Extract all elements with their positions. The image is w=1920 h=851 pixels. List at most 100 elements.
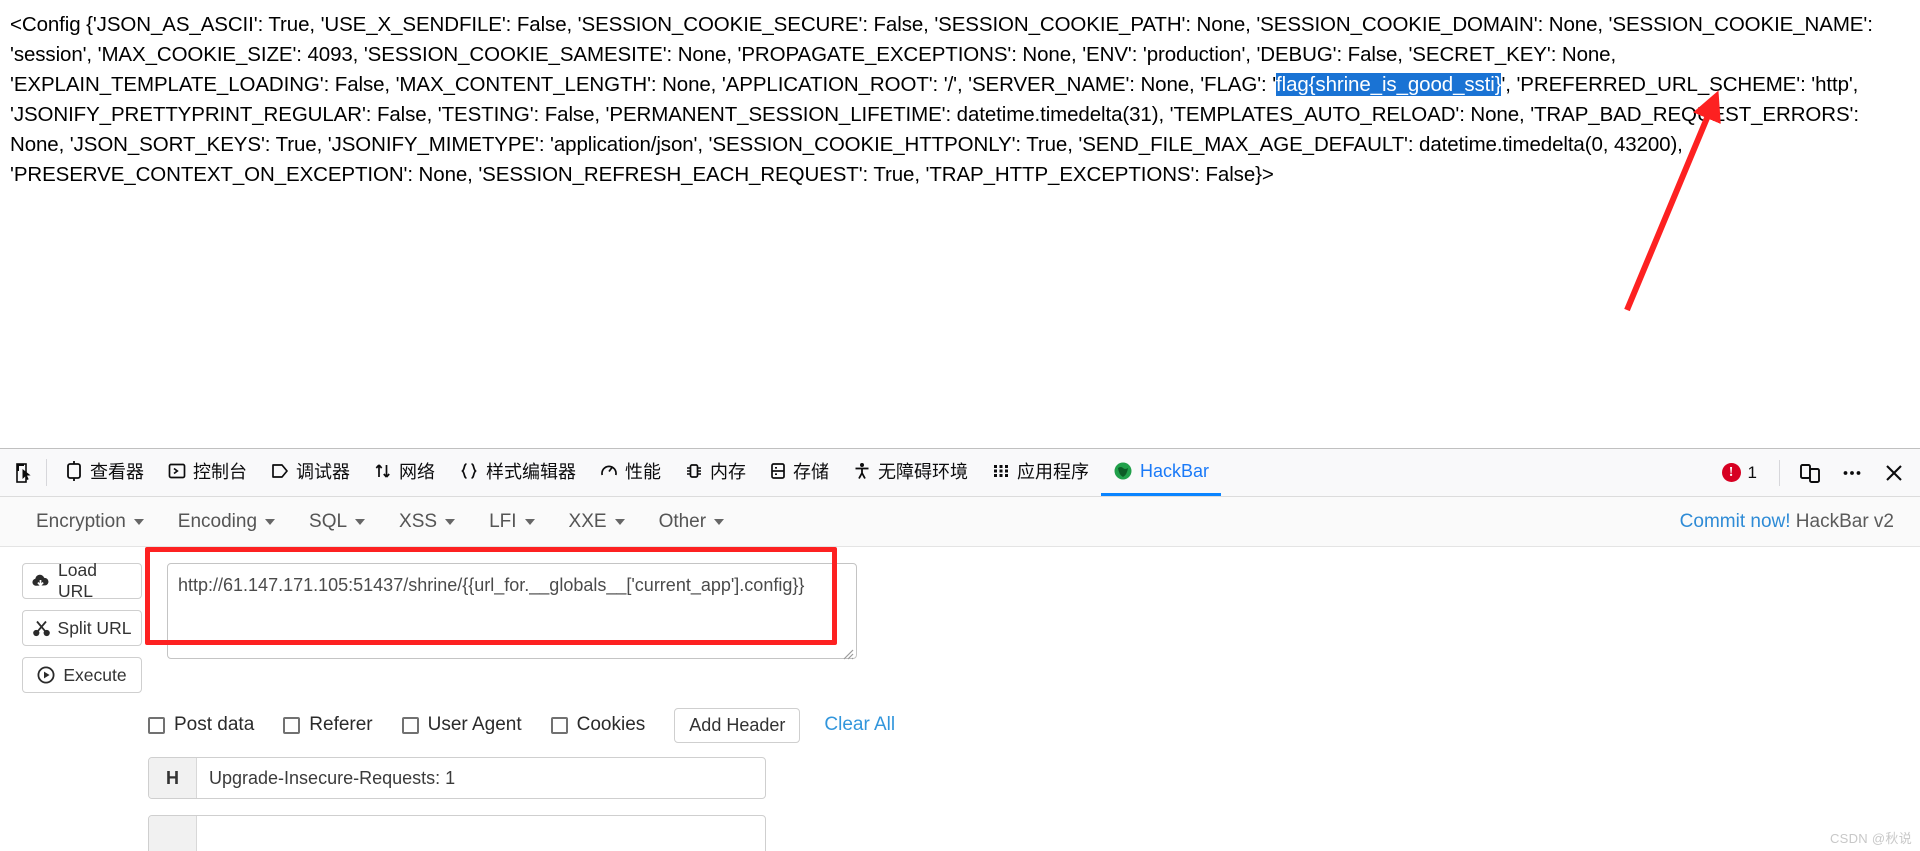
hackbar-version-label: HackBar v2 [1795, 510, 1894, 532]
menu-xxe[interactable]: XXE [555, 505, 639, 539]
load-url-label: Load URL [58, 560, 97, 601]
tab-hackbar-label: HackBar [1140, 460, 1210, 481]
toolbar-divider-2 [1779, 459, 1780, 486]
header-tag: H [149, 758, 197, 798]
tab-network[interactable]: 网络 [362, 449, 447, 496]
split-url-label: Split URL [57, 617, 132, 638]
toolbar-divider [46, 459, 47, 486]
chevron-down-icon [265, 518, 276, 525]
flag-highlighted-text[interactable]: flag{shrine_is_good_ssti} [1276, 73, 1502, 96]
tab-debugger[interactable]: 调试器 [259, 449, 362, 496]
checkbox-box-icon [550, 716, 568, 734]
application-icon [992, 462, 1010, 480]
tab-memory-label: 内存 [710, 462, 746, 482]
tab-application[interactable]: 应用程序 [980, 449, 1101, 496]
header-row[interactable] [148, 815, 766, 851]
hackbar-icon [1113, 461, 1133, 481]
load-url-button[interactable]: Load URL [22, 560, 142, 601]
menu-sql[interactable]: SQL [295, 505, 379, 539]
hackbar-body: Load URL Split URL Execute http://61.147… [0, 547, 1920, 851]
header-value[interactable] [197, 816, 765, 851]
tab-console[interactable]: 控制台 [156, 449, 259, 496]
checkbox-user-agent[interactable]: User Agent [401, 714, 522, 736]
tab-network-label: 网络 [399, 462, 435, 482]
console-icon [168, 462, 186, 480]
url-input[interactable] [167, 563, 857, 659]
hackbar-action-buttons: Load URL Split URL Execute [22, 560, 142, 693]
menu-lfi-label: LFI [489, 510, 517, 532]
menu-sql-label: SQL [309, 510, 348, 532]
network-icon [374, 462, 392, 480]
checkbox-cookies[interactable]: Cookies [550, 714, 645, 736]
header-tag [149, 816, 197, 851]
element-picker-icon[interactable] [8, 449, 44, 496]
tab-style-editor[interactable]: 样式编辑器 [447, 449, 588, 496]
add-header-button[interactable]: Add Header [674, 707, 801, 743]
tab-accessibility[interactable]: 无障碍环境 [841, 449, 980, 496]
tab-performance[interactable]: 性能 [588, 449, 673, 496]
tab-inspector[interactable]: 查看器 [53, 449, 156, 496]
menu-xss[interactable]: XSS [385, 505, 469, 539]
error-count-badge[interactable]: ! 1 [1716, 463, 1769, 483]
tab-memory[interactable]: 内存 [673, 449, 758, 496]
scissors-icon [32, 620, 50, 637]
clear-all-button[interactable]: Clear All [824, 714, 895, 736]
tab-console-label: 控制台 [193, 462, 247, 482]
menu-encryption-label: Encryption [36, 510, 126, 532]
menu-lfi[interactable]: LFI [475, 505, 548, 539]
flask-config-dump: <Config {'JSON_AS_ASCII': True, 'USE_X_S… [10, 10, 1910, 190]
checkbox-referer[interactable]: Referer [283, 714, 373, 736]
chevron-down-icon [714, 518, 725, 525]
chevron-down-icon [133, 518, 144, 525]
execute-button[interactable]: Execute [22, 657, 142, 693]
menu-xxe-label: XXE [568, 510, 607, 532]
chevron-down-icon [524, 518, 535, 525]
chevron-down-icon [614, 518, 625, 525]
inspector-icon [65, 461, 83, 481]
tab-style-editor-label: 样式编辑器 [486, 462, 576, 482]
header-row[interactable]: H Upgrade-Insecure-Requests: 1 [148, 757, 766, 799]
devtools-panel: 查看器 控制台 调试器 网络 样式编辑器 性能 内存 存储 无障碍环境 应用程序… [0, 448, 1920, 851]
more-options-icon[interactable] [1832, 453, 1872, 493]
checkbox-box-icon [283, 716, 301, 734]
checkbox-post-data-label: Post data [174, 714, 255, 735]
tab-accessibility-label: 无障碍环境 [878, 462, 968, 482]
chevron-down-icon [445, 518, 456, 525]
split-url-button[interactable]: Split URL [22, 610, 142, 646]
commit-now-link[interactable]: Commit now! [1680, 511, 1791, 532]
menu-encryption[interactable]: Encryption [22, 505, 158, 539]
menu-encoding-label: Encoding [177, 510, 258, 532]
checkbox-post-data[interactable]: Post data [148, 714, 254, 736]
play-circle-icon [37, 666, 55, 684]
devtools-toolbar-actions: ! 1 [1716, 449, 1914, 496]
watermark: CSDN @秋说 [1829, 831, 1912, 846]
memory-icon [685, 462, 703, 480]
storage-icon [770, 462, 786, 480]
devtools-tablist: 查看器 控制台 调试器 网络 样式编辑器 性能 内存 存储 无障碍环境 应用程序… [8, 449, 1716, 496]
header-value[interactable]: Upgrade-Insecure-Requests: 1 [197, 758, 765, 798]
responsive-design-mode-icon[interactable] [1790, 453, 1830, 493]
hackbar-panel: Encryption Encoding SQL XSS LFI XXE Othe… [0, 497, 1920, 851]
tab-debugger-label: 调试器 [296, 462, 350, 482]
devtools-toolbar: 查看器 控制台 调试器 网络 样式编辑器 性能 内存 存储 无障碍环境 应用程序… [0, 449, 1920, 497]
execute-label: Execute [63, 664, 127, 685]
close-icon[interactable] [1874, 453, 1914, 493]
cloud-download-icon [31, 574, 50, 589]
checkbox-box-icon [148, 716, 165, 734]
menu-xss-label: XSS [399, 510, 438, 532]
checkbox-user-agent-label: User Agent [427, 714, 522, 735]
tab-hackbar[interactable]: HackBar [1101, 449, 1222, 496]
hackbar-options-row: Post data Referer User Agent Cookies Add… [0, 707, 1920, 743]
browser-page-content: <Config {'JSON_AS_ASCII': True, 'USE_X_S… [0, 0, 1920, 448]
tab-storage[interactable]: 存储 [758, 449, 841, 496]
hackbar-version-area: Commit now! HackBar v2 [1680, 511, 1904, 533]
url-textarea-wrapper [167, 563, 857, 664]
error-icon: ! [1721, 463, 1741, 482]
menu-encoding[interactable]: Encoding [164, 505, 289, 539]
tab-application-label: 应用程序 [1017, 462, 1089, 482]
menu-other[interactable]: Other [645, 505, 739, 539]
tab-storage-label: 存储 [793, 462, 829, 482]
error-count-label: 1 [1747, 462, 1757, 482]
checkbox-referer-label: Referer [309, 714, 373, 735]
tab-inspector-label: 查看器 [90, 462, 144, 482]
